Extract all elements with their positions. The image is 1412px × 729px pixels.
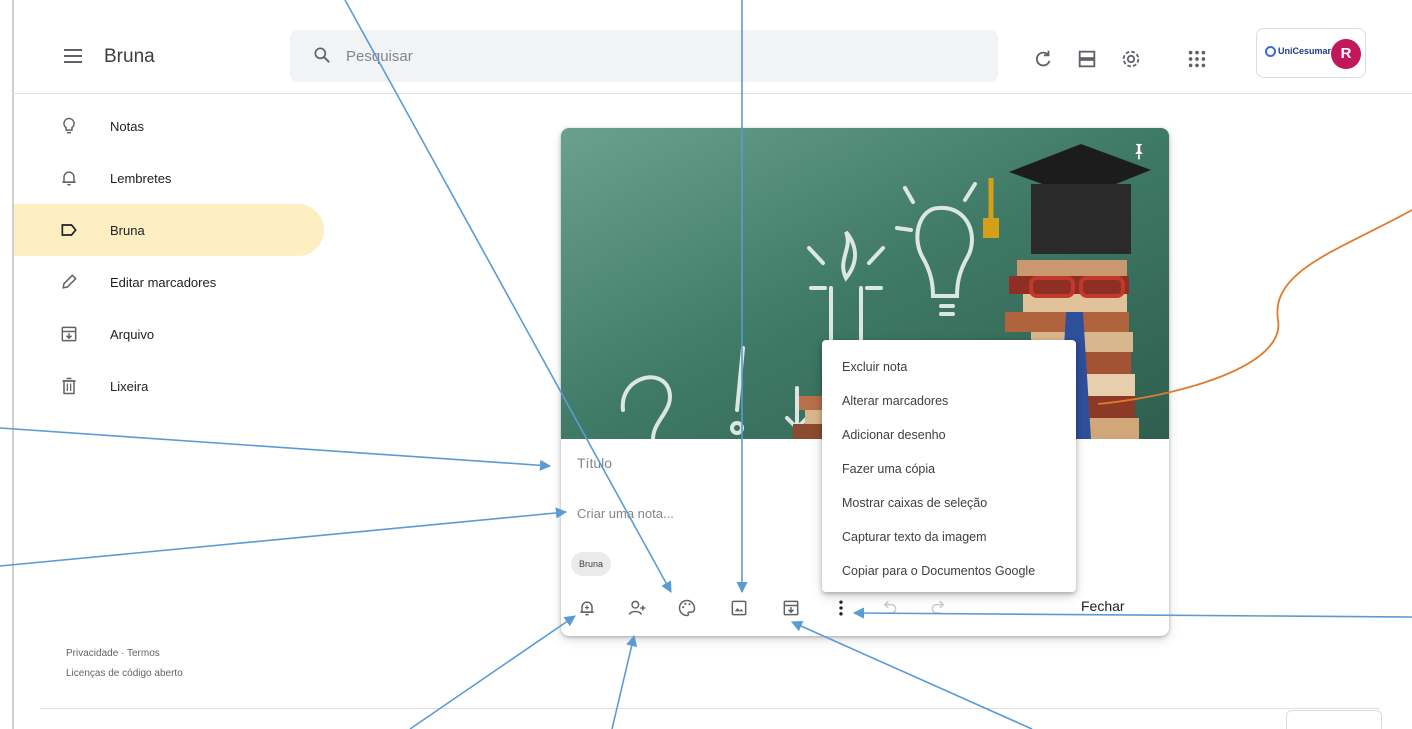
footer-links: Privacidade · Termos Licenças de código …	[66, 644, 183, 684]
archive-icon	[58, 323, 80, 345]
lightbulb-icon	[58, 115, 80, 137]
note-body-input[interactable]: Criar uma nota...	[577, 506, 674, 521]
search-box[interactable]	[290, 30, 998, 82]
org-logo: UniCesumar	[1265, 46, 1331, 58]
pencil-icon	[58, 271, 80, 293]
top-bar: Bruna UniCesumar R	[12, 22, 1412, 94]
sidebar-item-lixeira[interactable]: Lixeira	[14, 360, 324, 412]
sidebar-item-label: Editar marcadores	[110, 274, 217, 290]
sidebar-item-label: Notas	[110, 118, 144, 134]
search-input[interactable]	[346, 30, 946, 82]
apps-grid-icon[interactable]	[1186, 48, 1208, 70]
bottom-tab	[1286, 710, 1382, 729]
refresh-icon[interactable]	[1032, 48, 1054, 70]
label-icon	[58, 219, 80, 241]
footer-separator: ·	[121, 648, 125, 659]
bottom-divider	[40, 708, 1380, 709]
hamburger-menu-icon[interactable]	[64, 49, 82, 63]
shield-logo-icon	[1265, 46, 1276, 58]
pin-icon[interactable]	[1129, 140, 1149, 162]
privacy-link[interactable]: Privacidade	[66, 648, 118, 659]
search-icon[interactable]	[312, 45, 332, 65]
menu-item-capturar-texto[interactable]: Capturar texto da imagem	[822, 520, 1076, 554]
avatar[interactable]: R	[1331, 39, 1361, 69]
sidebar-item-label: Bruna	[110, 222, 145, 238]
licenses-link[interactable]: Licenças de código aberto	[66, 668, 183, 679]
close-button[interactable]: Fechar	[1081, 598, 1125, 614]
sidebar-item-label: Lixeira	[110, 378, 149, 394]
menu-item-copiar-docs[interactable]: Copiar para o Documentos Google	[822, 554, 1076, 588]
collaborator-icon[interactable]	[627, 598, 647, 618]
redo-icon[interactable]	[929, 598, 949, 618]
add-image-icon[interactable]	[729, 598, 749, 618]
settings-gear-icon[interactable]	[1120, 48, 1142, 70]
sidebar-item-bruna[interactable]: Bruna	[14, 204, 324, 256]
menu-item-adicionar-desenho[interactable]: Adicionar desenho	[822, 418, 1076, 452]
list-view-icon[interactable]	[1076, 48, 1098, 70]
menu-item-mostrar-caixas[interactable]: Mostrar caixas de seleção	[822, 486, 1076, 520]
sidebar-item-label: Lembretes	[110, 170, 172, 186]
app-title: Bruna	[104, 46, 155, 67]
terms-link[interactable]: Termos	[127, 648, 160, 659]
menu-item-alterar-marcadores[interactable]: Alterar marcadores	[822, 384, 1076, 418]
trash-icon	[58, 375, 80, 397]
more-options-icon[interactable]	[831, 598, 851, 618]
remind-me-icon[interactable]	[577, 598, 597, 618]
note-label-chip[interactable]: Bruna	[571, 552, 612, 576]
account-switcher[interactable]: UniCesumar R	[1256, 28, 1366, 78]
sidebar-item-notas[interactable]: Notas	[14, 100, 324, 152]
palette-icon[interactable]	[677, 598, 697, 618]
sidebar-item-lembretes[interactable]: Lembretes	[14, 152, 324, 204]
sidebar-item-label: Arquivo	[110, 326, 155, 342]
note-options-menu: Excluir nota Alterar marcadores Adiciona…	[822, 340, 1076, 592]
note-title-input[interactable]: Título	[577, 455, 612, 471]
undo-icon[interactable]	[879, 598, 899, 618]
sidebar: Notas Lembretes Bruna Editar marcadores …	[14, 100, 324, 412]
archive-icon[interactable]	[781, 598, 801, 618]
menu-item-fazer-copia[interactable]: Fazer uma cópia	[822, 452, 1076, 486]
bell-icon	[58, 167, 80, 189]
sidebar-item-arquivo[interactable]: Arquivo	[14, 308, 324, 360]
menu-item-excluir-nota[interactable]: Excluir nota	[822, 350, 1076, 384]
sidebar-item-editar-marcadores[interactable]: Editar marcadores	[14, 256, 324, 308]
